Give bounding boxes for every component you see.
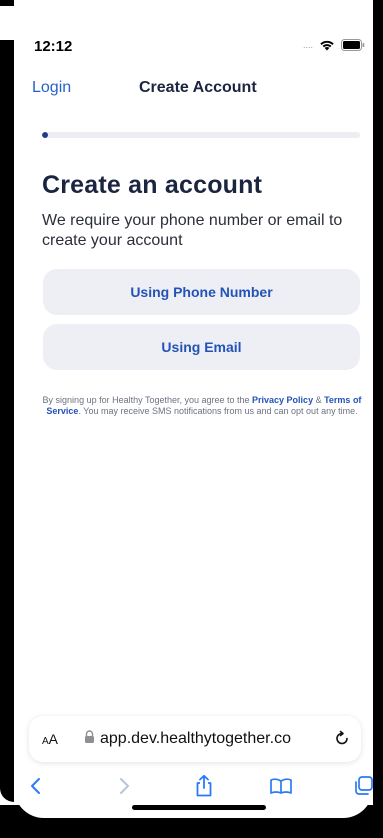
using-email-button[interactable]: Using Email: [43, 324, 360, 370]
nav-bar: Login Create Account: [14, 76, 373, 102]
wifi-icon: [319, 39, 335, 51]
status-bar: 12:12 ....: [14, 34, 373, 58]
nav-title: Create Account: [139, 79, 257, 96]
legal-disclaimer: By signing up for Healthy Together, you …: [42, 395, 362, 417]
phone-screen: 12:12 .... Login Create Account Create a…: [14, 0, 373, 818]
status-time: 12:12: [34, 38, 73, 55]
using-phone-number-button[interactable]: Using Phone Number: [43, 269, 360, 315]
progress-fill: [42, 132, 49, 138]
page-subtitle: We require your phone number or email to…: [42, 212, 343, 249]
signal-dots: ....: [302, 40, 313, 50]
privacy-policy-link[interactable]: Privacy Policy: [252, 395, 313, 405]
address-bar[interactable]: AA app.dev.healthytogether.co: [29, 716, 361, 762]
home-indicator: [132, 805, 266, 810]
device-frame-left: [0, 40, 14, 802]
text-size-large-a: A: [48, 731, 59, 747]
share-icon[interactable]: [190, 772, 218, 800]
legal-amp: &: [313, 395, 325, 405]
back-icon[interactable]: [22, 772, 50, 800]
text-size-button[interactable]: AA: [42, 731, 58, 747]
url-text[interactable]: app.dev.healthytogether.co: [100, 730, 291, 748]
legal-prefix: By signing up for Healthy Together, you …: [42, 395, 253, 405]
status-icons: ....: [303, 39, 365, 51]
tabs-icon[interactable]: [350, 772, 373, 800]
progress-bar: [42, 132, 360, 138]
forward-icon[interactable]: [110, 772, 138, 800]
browser-toolbar: [14, 772, 373, 802]
device-frame-right: [373, 0, 383, 810]
battery-icon: [341, 39, 365, 51]
bookmarks-icon[interactable]: [267, 772, 295, 800]
legal-suffix: . You may receive SMS notifications from…: [78, 406, 358, 416]
reload-icon[interactable]: [333, 729, 351, 752]
login-back-link[interactable]: Login: [32, 79, 71, 97]
page-title: Create an account: [42, 171, 263, 199]
lock-icon: [84, 730, 95, 749]
text-size-small-a: A: [42, 736, 49, 747]
